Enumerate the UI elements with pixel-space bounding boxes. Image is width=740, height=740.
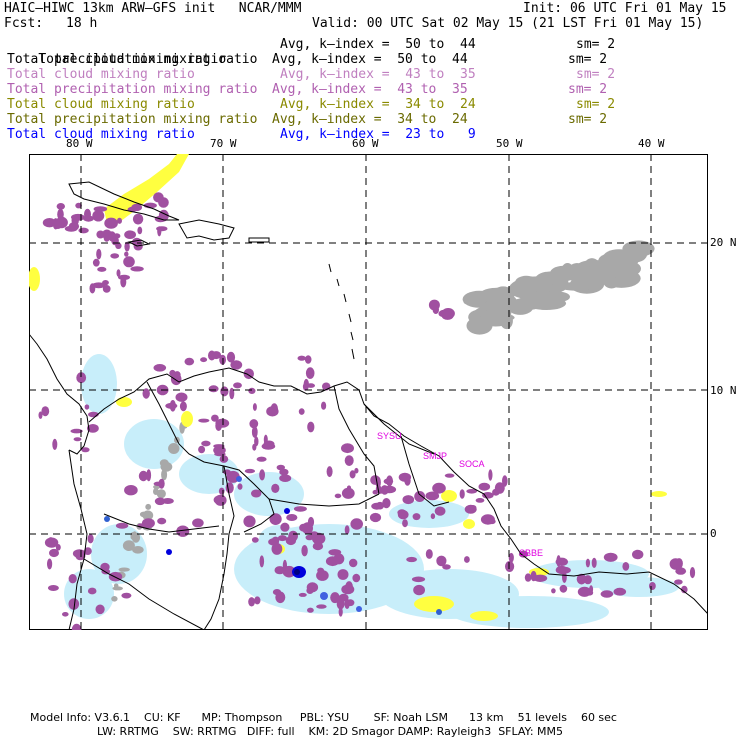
legend-range-5: Avg, k–index = 34 to 24: [280, 97, 476, 112]
legend-row-3: Total cloud mixing ratio: [7, 67, 195, 82]
station-label: SOCA: [459, 459, 485, 469]
valid-time: Valid: 00 UTC Sat 02 May 15 (21 LST Fri …: [312, 16, 704, 31]
legend-sm-3: sm= 2: [576, 67, 616, 82]
legend-sm-2: sm= 2: [568, 52, 608, 67]
station-label: SYSU: [377, 431, 402, 441]
lon-label-80w: 80 W: [66, 137, 93, 150]
station-label: SBBE: [519, 548, 543, 558]
legend-range-4: Avg, k–index = 43 to 35: [272, 82, 468, 97]
forecast-map: SYSU SMJP SOCA SBBE: [29, 154, 708, 630]
legend-sm-1: sm= 2: [576, 37, 616, 52]
model-info-line-2: LW: RRTMG SW: RRTMG DIFF: full KM: 2D Sm…: [97, 725, 563, 738]
legend-range-6: Avg, k–index = 34 to 24: [272, 112, 468, 127]
model-info-line-1: Model Info: V3.6.1 CU: KF MP: Thompson P…: [30, 711, 617, 724]
init-time: Init: 06 UTC Fri 01 May 15: [523, 1, 727, 16]
legend-sm-6: sm= 2: [568, 112, 608, 127]
lon-label-70w: 70 W: [210, 137, 237, 150]
legend-sm-4: sm= 2: [568, 82, 608, 97]
lon-label-50w: 50 W: [496, 137, 523, 150]
legend-sm-5: sm= 2: [576, 97, 616, 112]
lon-label-60w: 60 W: [352, 137, 379, 150]
legend-row-2: Total precipitation mixing ratio: [7, 52, 258, 67]
legend-range-2: Avg, k–index = 50 to 44: [272, 52, 468, 67]
legend-row-4: Total precipitation mixing ratio: [7, 82, 258, 97]
plot-title: HAIC–HIWC 13km ARW–GFS init NCAR/MMM: [4, 1, 302, 16]
legend-row-6: Total precipitation mixing ratio: [7, 112, 258, 127]
legend-row-7: Total cloud mixing ratio: [7, 127, 195, 142]
station-label: SMJP: [423, 451, 447, 461]
forecast-label: Fcst:: [4, 16, 44, 31]
lon-label-40w: 40 W: [638, 137, 665, 150]
lat-label-20n: 20 N: [710, 236, 737, 249]
legend-range-1: Avg, k–index = 50 to 44: [280, 37, 476, 52]
lat-label-10n: 10 N: [710, 384, 737, 397]
lat-label-0: 0: [710, 527, 717, 540]
forecast-hour: 18 h: [66, 16, 98, 31]
legend-row-5: Total cloud mixing ratio: [7, 97, 195, 112]
legend-range-3: Avg, k–index = 43 to 35: [280, 67, 476, 82]
